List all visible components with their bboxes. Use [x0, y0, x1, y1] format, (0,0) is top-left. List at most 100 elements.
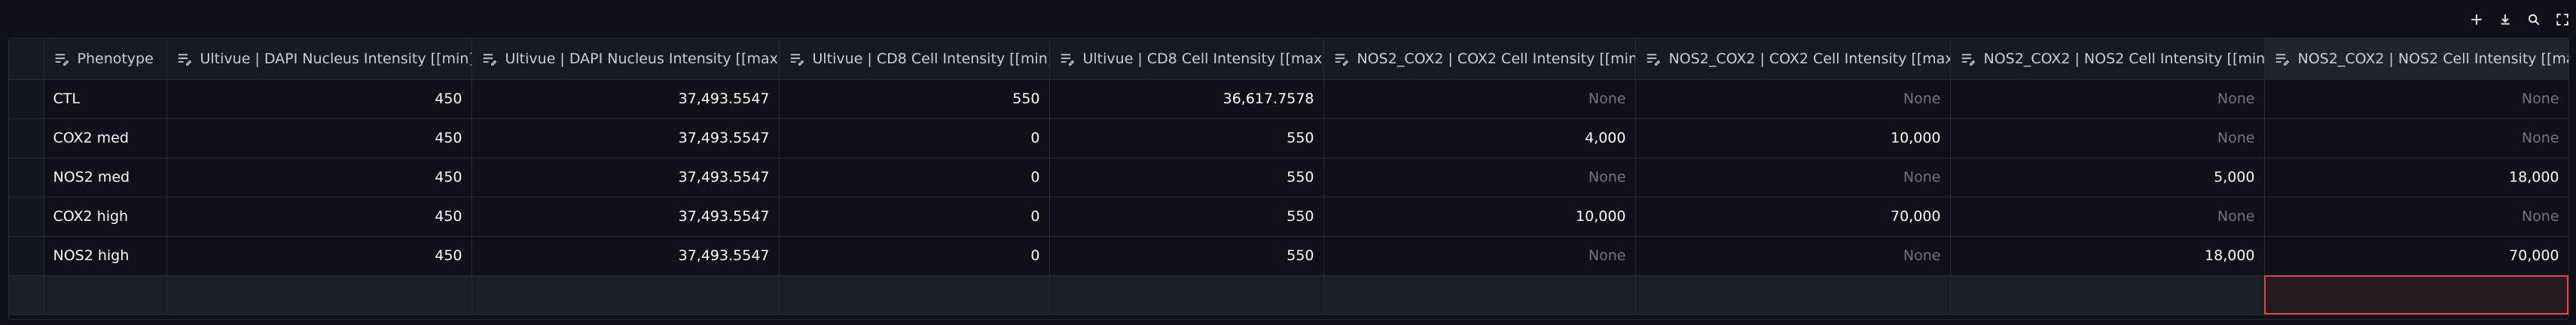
empty-cell[interactable]	[1635, 275, 1951, 315]
table-cell[interactable]: 450	[166, 79, 472, 119]
text-column-icon	[1647, 54, 1660, 66]
text-column-icon	[178, 54, 191, 66]
fullscreen-button[interactable]	[2555, 12, 2570, 27]
table-cell[interactable]: 5,000	[1950, 158, 2265, 198]
data-grid[interactable]: Phenotype Ultivue | DAPI Nucleus Intensi…	[8, 38, 2569, 320]
search-button[interactable]	[2526, 12, 2541, 27]
table-cell[interactable]: 37,493.5547	[472, 158, 780, 198]
column-header[interactable]: NOS2_COX2 | COX2 Cell Intensity [[max]]	[1635, 38, 1951, 80]
text-column-icon	[790, 54, 804, 66]
row-index-cell[interactable]	[9, 118, 44, 158]
column-header[interactable]: NOS2_COX2 | NOS2 Cell Intensity [[max]]	[2264, 38, 2568, 80]
text-column-icon	[1961, 54, 1975, 66]
empty-cell[interactable]	[1049, 275, 1324, 315]
table-row: COX2 high 450 37,493.5547 0 550 10,000 7…	[9, 197, 2568, 237]
row-index-cell[interactable]	[9, 236, 44, 276]
table-cell[interactable]: 550	[1049, 236, 1324, 276]
table-cell[interactable]: 550	[779, 79, 1050, 119]
table-cell[interactable]: 450	[166, 158, 472, 198]
column-header-label: NOS2_COX2 | COX2 Cell Intensity [[min]]	[1357, 50, 1635, 67]
table-row: NOS2 med 450 37,493.5547 0 550 None None…	[9, 158, 2568, 198]
column-header[interactable]: NOS2_COX2 | COX2 Cell Intensity [[min]]	[1323, 38, 1636, 80]
column-header-label: Ultivue | DAPI Nucleus Intensity [[max]]	[505, 50, 779, 67]
fullscreen-icon	[2556, 14, 2568, 26]
table-cell[interactable]: COX2 high	[44, 197, 167, 237]
column-header[interactable]: Ultivue | CD8 Cell Intensity [[max]]	[1049, 38, 1324, 80]
column-header-label: Ultivue | CD8 Cell Intensity [[max]]	[1082, 50, 1323, 67]
column-header-label: NOS2_COX2 | NOS2 Cell Intensity [[min]]	[1983, 50, 2264, 67]
row-index-header	[9, 38, 44, 80]
search-icon	[2529, 14, 2540, 26]
column-header-label: Ultivue | CD8 Cell Intensity [[min]]	[812, 50, 1049, 67]
column-header[interactable]: Ultivue | CD8 Cell Intensity [[min]]	[779, 38, 1050, 80]
row-index-cell[interactable]	[9, 158, 44, 198]
empty-cell[interactable]	[779, 275, 1050, 315]
column-header[interactable]: Ultivue | DAPI Nucleus Intensity [[min]]	[166, 38, 472, 80]
table-cell[interactable]: None	[1635, 236, 1951, 276]
empty-cell[interactable]	[166, 275, 472, 315]
table-cell[interactable]: 36,617.7578	[1049, 79, 1324, 119]
table-cell[interactable]: 37,493.5547	[472, 236, 780, 276]
row-index-cell[interactable]	[9, 197, 44, 237]
row-index-cell[interactable]	[9, 79, 44, 119]
text-column-icon	[483, 54, 496, 66]
table-cell[interactable]: None	[1635, 79, 1951, 119]
table-cell[interactable]: 37,493.5547	[472, 197, 780, 237]
table-cell[interactable]: 18,000	[1950, 236, 2265, 276]
table-cell[interactable]: None	[1323, 236, 1636, 276]
table-cell[interactable]: COX2 med	[44, 118, 167, 158]
table-cell[interactable]: 0	[779, 197, 1050, 237]
column-header-label: NOS2_COX2 | COX2 Cell Intensity [[max]]	[1668, 50, 1950, 67]
table-cell[interactable]: 450	[166, 236, 472, 276]
selected-cell[interactable]	[2264, 275, 2568, 315]
table-cell[interactable]: None	[2264, 118, 2568, 158]
table-cell[interactable]: 550	[1049, 158, 1324, 198]
column-header[interactable]: NOS2_COX2 | NOS2 Cell Intensity [[min]]	[1950, 38, 2265, 80]
table-cell[interactable]: 550	[1049, 118, 1324, 158]
table-cell[interactable]: 18,000	[2264, 158, 2568, 198]
table-cell[interactable]: 70,000	[1635, 197, 1951, 237]
add-row-button[interactable]	[2469, 12, 2484, 27]
table-cell[interactable]: 10,000	[1635, 118, 1951, 158]
empty-cell[interactable]	[1950, 275, 2265, 315]
table-cell[interactable]: CTL	[44, 79, 167, 119]
table-cell[interactable]: None	[2264, 79, 2568, 119]
table-cell[interactable]: NOS2 med	[44, 158, 167, 198]
download-icon	[2501, 14, 2510, 25]
row-index-cell[interactable]	[9, 275, 44, 315]
table-cell[interactable]: NOS2 high	[44, 236, 167, 276]
table-cell[interactable]: None	[2264, 197, 2568, 237]
add-icon	[2471, 14, 2482, 25]
column-header[interactable]: Phenotype	[44, 38, 167, 80]
table-cell[interactable]: None	[1635, 158, 1951, 198]
table-cell[interactable]: None	[1950, 79, 2265, 119]
text-column-icon	[55, 54, 69, 66]
add-row-placeholder[interactable]	[9, 275, 2568, 315]
table-cell[interactable]: 10,000	[1323, 197, 1636, 237]
table-cell[interactable]: None	[1950, 118, 2265, 158]
empty-cell[interactable]	[44, 275, 167, 315]
table-cell[interactable]: 450	[166, 197, 472, 237]
table-cell[interactable]: 0	[779, 236, 1050, 276]
table-cell[interactable]: 37,493.5547	[472, 79, 780, 119]
empty-cell[interactable]	[1323, 275, 1636, 315]
text-column-icon	[1061, 54, 1074, 66]
table-cell[interactable]: None	[1323, 158, 1636, 198]
table-row: COX2 med 450 37,493.5547 0 550 4,000 10,…	[9, 118, 2568, 158]
column-header[interactable]: Ultivue | DAPI Nucleus Intensity [[max]]	[472, 38, 780, 80]
table-cell[interactable]: 4,000	[1323, 118, 1636, 158]
table-row: NOS2 high 450 37,493.5547 0 550 None Non…	[9, 236, 2568, 276]
column-header-label: NOS2_COX2 | NOS2 Cell Intensity [[max]]	[2297, 50, 2568, 67]
table-cell[interactable]: 0	[779, 118, 1050, 158]
table-cell[interactable]: 550	[1049, 197, 1324, 237]
table-cell[interactable]: 37,493.5547	[472, 118, 780, 158]
column-header-label: Phenotype	[77, 50, 154, 67]
table-cell[interactable]: 450	[166, 118, 472, 158]
table-cell[interactable]: 0	[779, 158, 1050, 198]
table-row: CTL 450 37,493.5547 550 36,617.7578 None…	[9, 79, 2568, 119]
download-button[interactable]	[2498, 12, 2513, 27]
table-cell[interactable]: None	[1950, 197, 2265, 237]
table-cell[interactable]: None	[1323, 79, 1636, 119]
table-cell[interactable]: 70,000	[2264, 236, 2568, 276]
empty-cell[interactable]	[472, 275, 780, 315]
